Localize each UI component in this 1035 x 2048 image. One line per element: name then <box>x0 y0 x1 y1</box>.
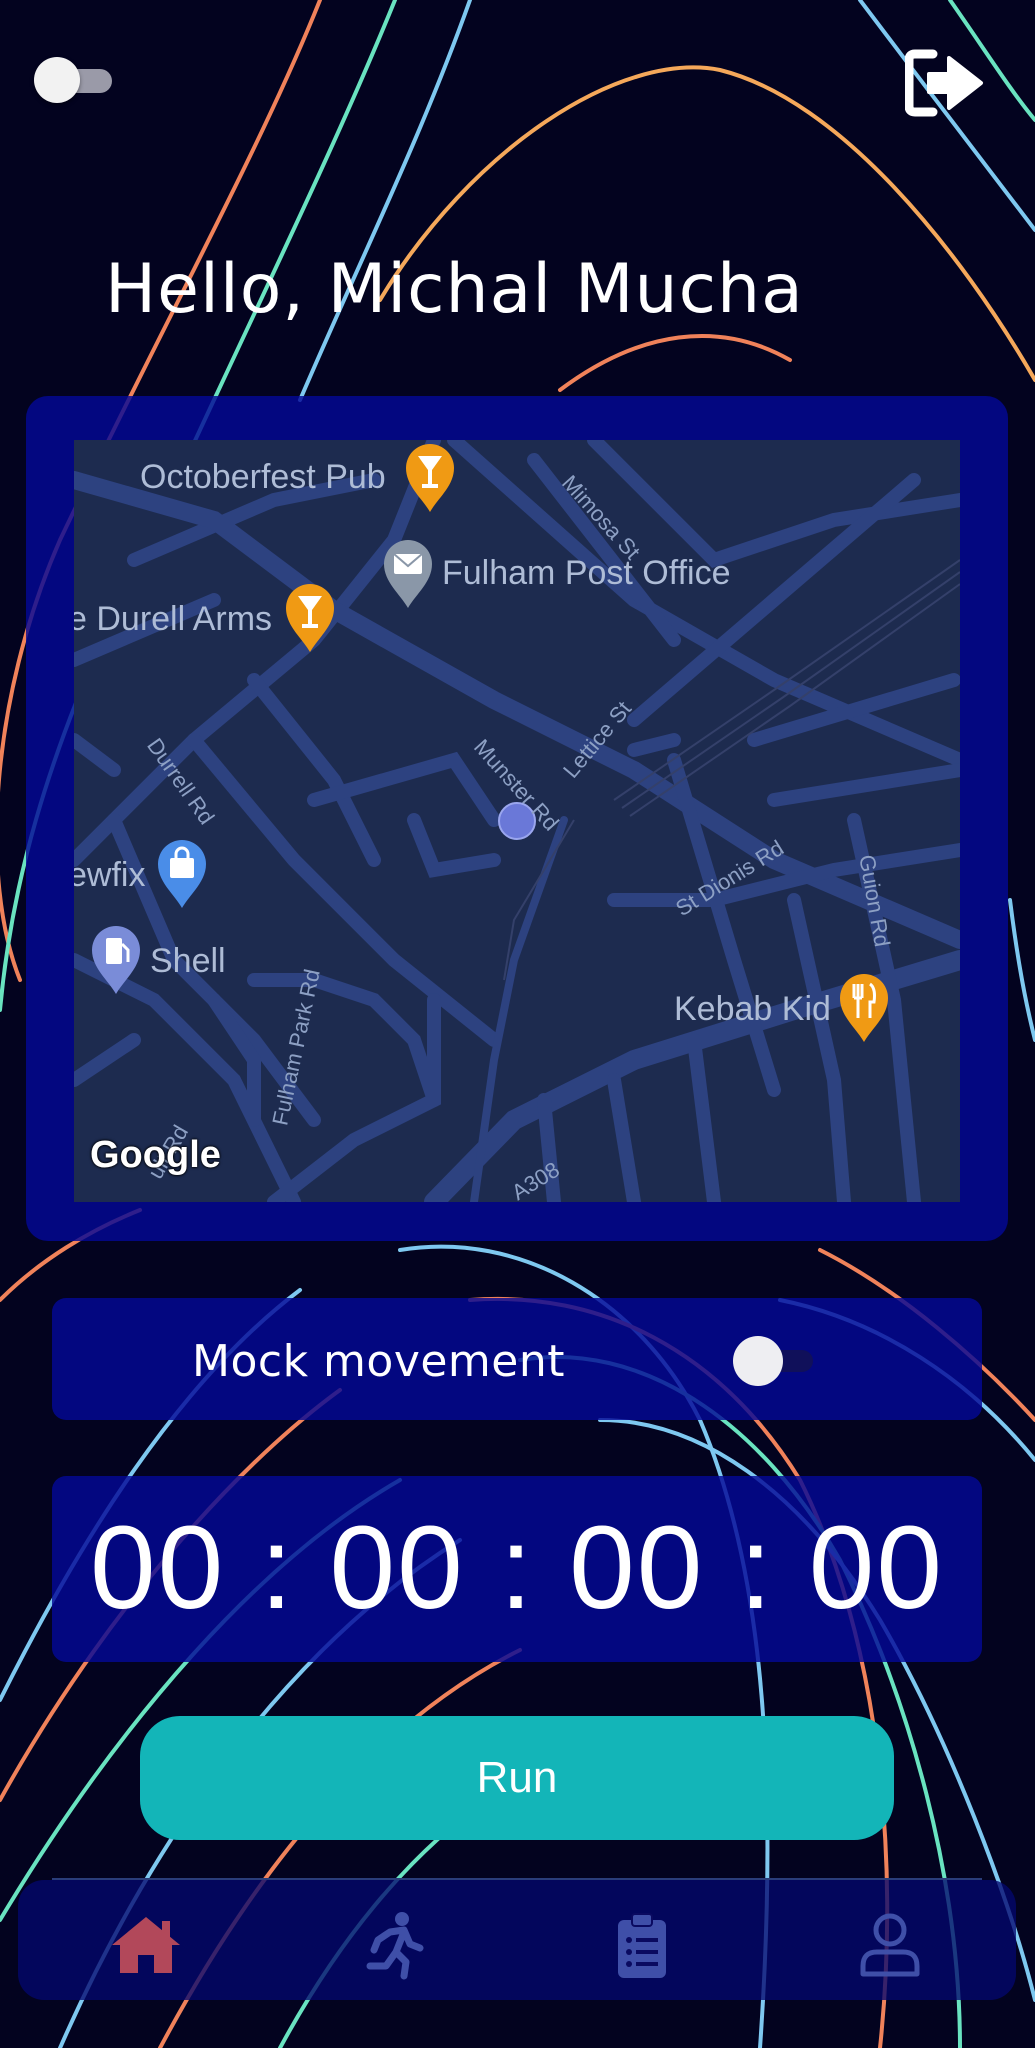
poi-label[interactable]: Octoberfest Pub <box>140 458 386 497</box>
restaurant-icon[interactable] <box>836 970 892 1044</box>
run-button[interactable]: Run <box>140 1716 894 1840</box>
clipboard-list-icon[interactable] <box>602 1910 682 1980</box>
poi-label[interactable]: Shell <box>150 942 226 981</box>
google-attribution: Google <box>90 1134 221 1176</box>
map-view[interactable]: Octoberfest Pub Fulham Post Office e Dur… <box>74 440 960 1202</box>
logout-icon[interactable] <box>904 48 987 118</box>
home-icon[interactable] <box>106 1910 186 1980</box>
fuel-icon[interactable] <box>88 922 144 996</box>
greeting-heading: Hello, Michal Mucha <box>105 250 804 329</box>
toggle-knob <box>733 1336 783 1386</box>
shopping-icon[interactable] <box>154 836 210 910</box>
toggle-knob <box>34 57 80 103</box>
mail-icon[interactable] <box>380 536 436 610</box>
poi-label[interactable]: e Durell Arms <box>74 600 272 639</box>
timer-display: 00 : 00 : 00 : 00 <box>89 1502 945 1634</box>
bar-icon[interactable] <box>282 580 338 654</box>
mock-movement-label: Mock movement <box>192 1336 566 1387</box>
poi-label[interactable]: Fulham Post Office <box>442 554 731 593</box>
bar-icon[interactable] <box>402 440 458 514</box>
user-icon[interactable] <box>850 1910 930 1980</box>
poi-label[interactable]: Kebab Kid <box>674 990 831 1029</box>
nav-divider <box>52 1878 982 1880</box>
poi-label[interactable]: ewfix <box>74 856 145 895</box>
mock-movement-toggle[interactable] <box>733 1334 817 1386</box>
theme-toggle[interactable] <box>32 57 112 103</box>
running-icon[interactable] <box>354 1910 434 1980</box>
